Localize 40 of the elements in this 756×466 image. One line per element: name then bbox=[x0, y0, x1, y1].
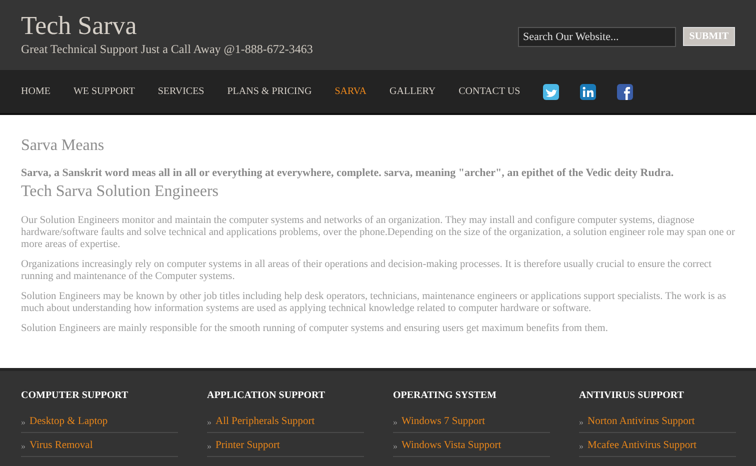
bullet-marker: » bbox=[21, 416, 26, 426]
bullet-marker: » bbox=[393, 440, 398, 450]
bullet-marker: » bbox=[579, 440, 584, 450]
bullet-marker: » bbox=[393, 416, 398, 426]
nav-link[interactable]: SERVICES bbox=[158, 86, 204, 97]
bird-icon[interactable] bbox=[543, 84, 560, 100]
paragraph: Organizations increasingly rely on computer systems in all areas of their operations and decision-making processes. It is therefore usually crucial to ensure the correct running and maintenance of the Computer systems. bbox=[21, 259, 713, 283]
linkedin-icon[interactable] bbox=[580, 84, 596, 100]
paragraph: Our Solution Engineers monitor and maintain the computer systems and networks of an organization. They may install and configure computer systems, diagnose hardware/software faults and solve technical and applications problems, over the phone.Depending on the size of the organization, a solution engineer role may span one or more areas of expertise. bbox=[21, 215, 735, 251]
footer-link[interactable]: Windows Vista Support bbox=[402, 440, 502, 451]
paragraph: Solution Engineers may be known by other job titles including help desk operators, technicians, maintenance engineers or applications support specialists. The work is as much about understanding how information systems are used as applying technical knowledge related to computer hardware or software. bbox=[21, 291, 728, 315]
footer-heading: COMPUTER SUPPORT bbox=[21, 390, 130, 401]
bullet-marker: » bbox=[21, 440, 26, 450]
footer-link[interactable]: Windows 7 Support bbox=[402, 416, 486, 427]
footer-link[interactable]: Mcafee Antivirus Support bbox=[588, 440, 697, 451]
footer-link[interactable]: All Peripherals Support bbox=[216, 416, 315, 427]
footer-link[interactable]: Norton Antivirus Support bbox=[588, 416, 695, 427]
lead-text: Sarva, a Sanskrit word meas all in all or everything at everywhere, complete. sarva, meaning "archer", an epithet of the Vedic deity Rudra. bbox=[21, 167, 675, 179]
nav-link[interactable]: CONTACT US bbox=[458, 86, 520, 97]
footer-link[interactable]: Virus Removal bbox=[30, 440, 93, 451]
search-field[interactable]: Search Our Website... bbox=[518, 27, 676, 47]
facebook-icon[interactable] bbox=[617, 84, 634, 100]
site-tagline: Great Technical Support Just a Call Away @1-888-672-3463 bbox=[21, 42, 313, 57]
nav-link[interactable]: HOME bbox=[21, 86, 50, 97]
bullet-marker: » bbox=[207, 440, 212, 450]
nav-link[interactable]: SARVA bbox=[334, 86, 367, 97]
nav-link[interactable]: GALLERY bbox=[390, 86, 436, 97]
section-heading: Tech Sarva Solution Engineers bbox=[21, 183, 220, 201]
paragraph: Solution Engineers are mainly responsible for the smooth running of computer systems and ensuring users get maximum benefits from them. bbox=[21, 323, 609, 335]
footer-heading: OPERATING SYSTEM bbox=[393, 390, 498, 401]
nav-link[interactable]: WE SUPPORT bbox=[73, 86, 135, 97]
bullet-marker: » bbox=[579, 416, 584, 426]
footer-heading: ANTIVIRUS SUPPORT bbox=[579, 390, 685, 401]
section-heading: Sarva Means bbox=[21, 137, 106, 155]
site-title: Tech Sarva bbox=[21, 12, 138, 40]
footer-link[interactable]: Desktop & Laptop bbox=[30, 416, 108, 427]
footer-link[interactable]: Printer Support bbox=[216, 440, 280, 451]
bullet-marker: » bbox=[207, 416, 212, 426]
footer-heading: APPLICATION SUPPORT bbox=[207, 390, 326, 401]
nav-link[interactable]: PLANS & PRICING bbox=[227, 86, 312, 97]
